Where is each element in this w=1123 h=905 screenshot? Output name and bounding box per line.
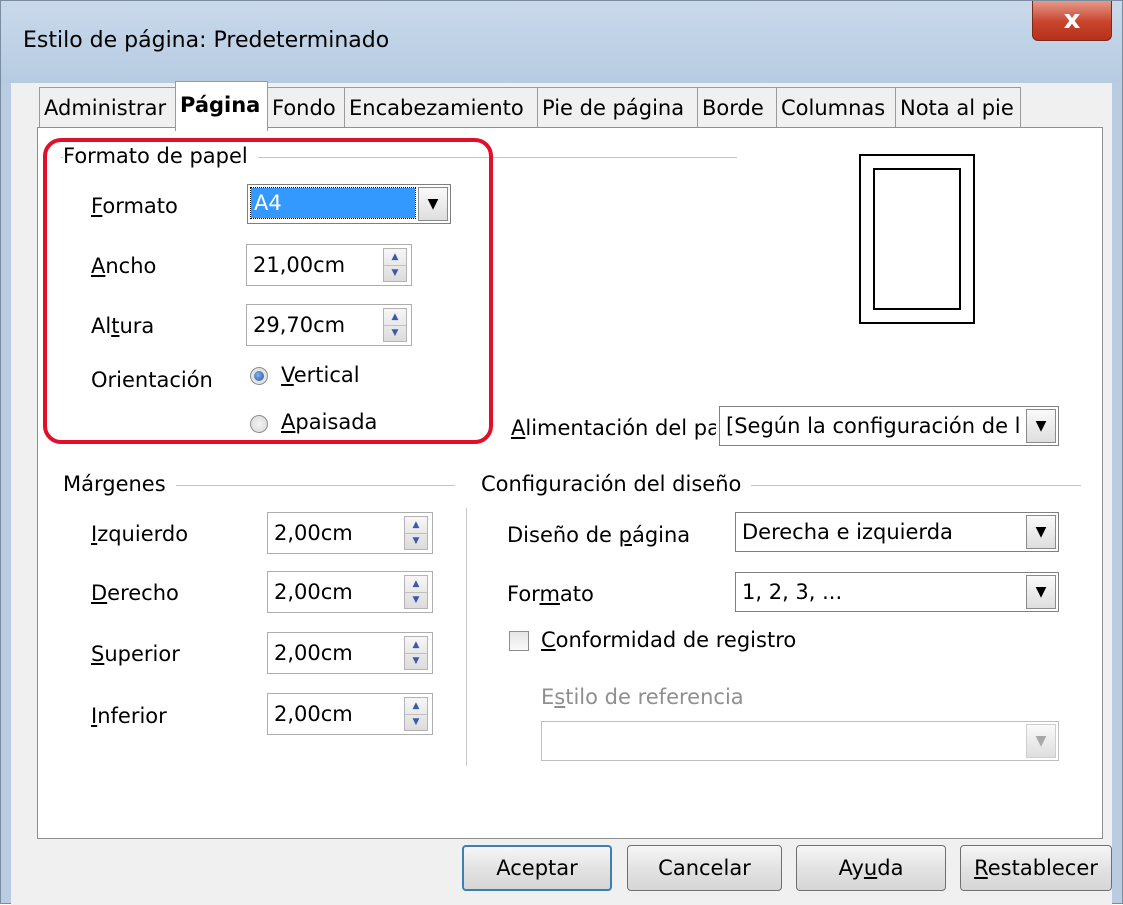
paper-format-select[interactable]: A4 ▼	[247, 184, 451, 224]
paper-tray-label: Alimentación del pa	[511, 416, 716, 440]
spin-up-down-icon[interactable]: ▲ ▼	[383, 308, 407, 342]
height-label: Altura	[91, 314, 155, 338]
cancel-button[interactable]: Cancelar	[627, 845, 782, 891]
chevron-down-icon[interactable]: ▼	[1026, 409, 1056, 443]
height-value: 29,70cm	[253, 313, 346, 337]
numbering-format-label: Formato	[507, 582, 594, 606]
margin-bottom-spinbox[interactable]: 2,00cm ▲ ▼	[267, 693, 433, 735]
tab-label: Pie de página	[542, 96, 685, 120]
tab-label: Página	[180, 93, 261, 117]
group-title-layout: Configuración del diseño	[481, 472, 752, 496]
reference-style-label: Estilo de referencia	[541, 685, 744, 709]
close-button[interactable]: x	[1032, 1, 1112, 41]
page-layout-value: Derecha e izquierda	[742, 520, 953, 544]
width-label: Ancho	[91, 254, 157, 278]
tab-fondo[interactable]: Fondo	[267, 87, 345, 129]
format-label: Formato	[91, 194, 178, 218]
spin-up-down-icon[interactable]: ▲ ▼	[404, 636, 428, 670]
vertical-separator	[466, 508, 467, 766]
title-bar[interactable]: Estilo de página: Predeterminado x	[1, 1, 1122, 83]
numbering-format-select[interactable]: 1, 2, 3, ... ▼	[735, 572, 1059, 612]
tab-nota-al-pie[interactable]: Nota al pie	[895, 87, 1021, 129]
landscape-radio[interactable]	[250, 415, 268, 433]
numbering-format-value: 1, 2, 3, ...	[742, 580, 843, 604]
page-layout-label: Diseño de página	[507, 523, 691, 547]
chevron-down-icon[interactable]: ▼	[1026, 515, 1056, 549]
margin-left-spinbox[interactable]: 2,00cm ▲ ▼	[267, 512, 433, 554]
chevron-down-icon: ▼	[1026, 724, 1056, 758]
close-icon: x	[1063, 5, 1081, 35]
width-value: 21,00cm	[253, 253, 346, 277]
margin-right-value: 2,00cm	[274, 580, 353, 604]
window-frame-left	[1, 83, 11, 903]
spin-up-down-icon[interactable]: ▲ ▼	[383, 248, 407, 282]
landscape-label[interactable]: Apaisada	[281, 410, 377, 434]
margin-left-value: 2,00cm	[274, 521, 353, 545]
register-true-label[interactable]: Conformidad de registro	[541, 628, 796, 652]
tab-pie-de-pagina[interactable]: Pie de página	[537, 87, 698, 129]
margin-top-label: Superior	[91, 642, 180, 666]
paper-tray-select[interactable]: [Según la configuración de l ▼	[719, 406, 1059, 446]
orientation-label: Orientación	[91, 368, 213, 392]
margin-left-label: Izquierdo	[91, 522, 189, 546]
margin-bottom-label: Inferior	[91, 704, 167, 728]
width-spinbox[interactable]: 21,00cm ▲ ▼	[246, 244, 412, 286]
tab-label: Borde	[702, 96, 764, 120]
tab-columnas[interactable]: Columnas	[776, 87, 896, 129]
tab-label: Fondo	[272, 96, 336, 120]
tab-label: Administrar	[44, 96, 167, 120]
portrait-label[interactable]: Vertical	[281, 363, 360, 387]
height-spinbox[interactable]: 29,70cm ▲ ▼	[246, 304, 412, 346]
window-frame-right	[1112, 83, 1122, 903]
tab-administrar[interactable]: Administrar	[39, 87, 176, 129]
help-button[interactable]: Ayuda	[796, 845, 946, 891]
spin-up-down-icon[interactable]: ▲ ▼	[404, 516, 428, 550]
tab-label: Encabezamiento	[349, 96, 524, 120]
group-title-margins: Márgenes	[63, 472, 176, 496]
tab-pagina[interactable]: Página	[175, 81, 268, 131]
spin-up-down-icon[interactable]: ▲ ▼	[404, 575, 428, 609]
tab-label: Columnas	[781, 96, 886, 120]
margin-top-spinbox[interactable]: 2,00cm ▲ ▼	[267, 632, 433, 674]
portrait-radio[interactable]	[250, 367, 268, 385]
margin-top-value: 2,00cm	[274, 641, 353, 665]
group-title-paper-format: Formato de papel	[63, 144, 258, 168]
ok-button[interactable]: Aceptar	[462, 845, 612, 891]
dialog-window: Estilo de página: Predeterminado x Admin…	[0, 0, 1123, 905]
tab-borde[interactable]: Borde	[697, 87, 777, 129]
margin-right-label: Derecho	[91, 581, 179, 605]
spin-up-down-icon[interactable]: ▲ ▼	[404, 697, 428, 731]
chevron-down-icon[interactable]: ▼	[418, 187, 448, 221]
page-preview-margins	[873, 168, 961, 310]
page-preview	[859, 154, 975, 324]
tab-encabezamiento[interactable]: Encabezamiento	[344, 87, 538, 129]
margin-bottom-value: 2,00cm	[274, 702, 353, 726]
reference-style-select: ▼	[541, 721, 1059, 761]
paper-format-value: A4	[250, 187, 416, 219]
margin-right-spinbox[interactable]: 2,00cm ▲ ▼	[267, 571, 433, 613]
register-true-checkbox[interactable]	[509, 631, 529, 651]
paper-tray-value: [Según la configuración de l	[726, 414, 1021, 438]
window-title: Estilo de página: Predeterminado	[23, 28, 390, 53]
radio-selected-icon	[254, 371, 264, 381]
reset-button[interactable]: Restablecer	[960, 845, 1112, 891]
tab-label: Nota al pie	[900, 96, 1014, 120]
page-layout-select[interactable]: Derecha e izquierda ▼	[735, 512, 1059, 552]
chevron-down-icon[interactable]: ▼	[1026, 575, 1056, 609]
